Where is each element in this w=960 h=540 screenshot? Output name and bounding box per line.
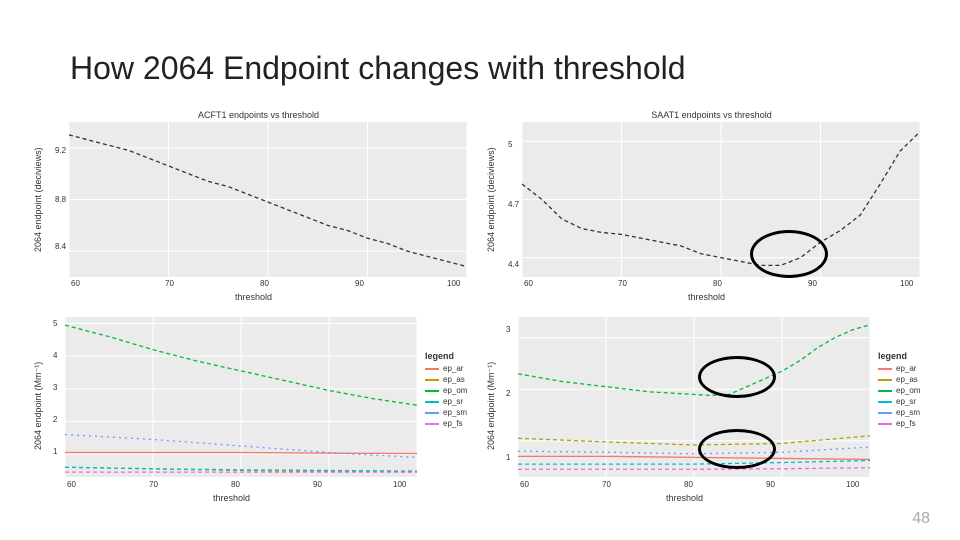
legend-label: ep_as	[443, 375, 465, 384]
annotation-ellipse	[698, 429, 776, 469]
panel-d-ylabel: 2064 endpoint (Mm⁻¹)	[486, 341, 496, 471]
panel-c-ylabel: 2064 endpoint (Mm⁻¹)	[33, 341, 43, 471]
legend-label: ep_sr	[443, 397, 463, 406]
annotation-ellipse	[698, 356, 776, 398]
legend-label: ep_sr	[896, 397, 916, 406]
slide-title: How 2064 Endpoint changes with threshold	[70, 50, 686, 87]
legend-label: ep_ar	[896, 364, 916, 373]
panel-c-xlabel: threshold	[213, 493, 250, 503]
panel-top-left: ACFT1 endpoints vs threshold 2064 endpoi…	[35, 110, 482, 309]
legend-label: ep_as	[896, 375, 918, 384]
panel-b-title: SAAT1 endpoints vs threshold	[488, 110, 935, 120]
panel-d-xlabel: threshold	[666, 493, 703, 503]
legend-item: ep_as	[878, 374, 933, 385]
legend-item: ep_sr	[425, 396, 480, 407]
chart-grid: ACFT1 endpoints vs threshold 2064 endpoi…	[35, 110, 935, 510]
legend-label: ep_fs	[896, 419, 916, 428]
legend-label: ep_om	[896, 386, 920, 395]
legend-label: ep_fs	[443, 419, 463, 428]
panel-a-xlabel: threshold	[235, 292, 272, 302]
legend-label: ep_sm	[443, 408, 467, 417]
panel-top-right: SAAT1 endpoints vs threshold 2064 endpoi…	[488, 110, 935, 309]
panel-b-xlabel: threshold	[688, 292, 725, 302]
panel-c-legend: legendep_arep_asep_omep_srep_smep_fs	[425, 351, 480, 429]
panel-d-legend: legendep_arep_asep_omep_srep_smep_fs	[878, 351, 933, 429]
panel-a-plot	[69, 122, 467, 277]
panel-d-plot	[518, 317, 870, 477]
legend-label: ep_om	[443, 386, 467, 395]
panel-a-title: ACFT1 endpoints vs threshold	[35, 110, 482, 120]
legend-item: ep_fs	[878, 418, 933, 429]
legend-item: ep_om	[425, 385, 480, 396]
legend-item: ep_sm	[425, 407, 480, 418]
legend-item: ep_fs	[425, 418, 480, 429]
legend-item: ep_ar	[878, 363, 933, 374]
legend-label: ep_sm	[896, 408, 920, 417]
legend-label: ep_ar	[443, 364, 463, 373]
panel-bottom-right: 2064 endpoint (Mm⁻¹) 3 2 1 60 70 80 90 1…	[488, 311, 935, 510]
legend-item: ep_sr	[878, 396, 933, 407]
legend-item: ep_sm	[878, 407, 933, 418]
legend-item: ep_om	[878, 385, 933, 396]
panel-bottom-left: 2064 endpoint (Mm⁻¹) 5 4 3 2 1 60 70 80 …	[35, 311, 482, 510]
slide-page-number: 48	[912, 510, 930, 528]
legend-item: ep_ar	[425, 363, 480, 374]
panel-a-ylabel: 2064 endpoint (deciviews)	[33, 140, 43, 260]
panel-c-plot	[65, 317, 417, 477]
panel-b-plot	[522, 122, 920, 277]
legend-item: ep_as	[425, 374, 480, 385]
annotation-ellipse	[750, 230, 828, 278]
panel-b-ylabel: 2064 endpoint (deciviews)	[486, 140, 496, 260]
